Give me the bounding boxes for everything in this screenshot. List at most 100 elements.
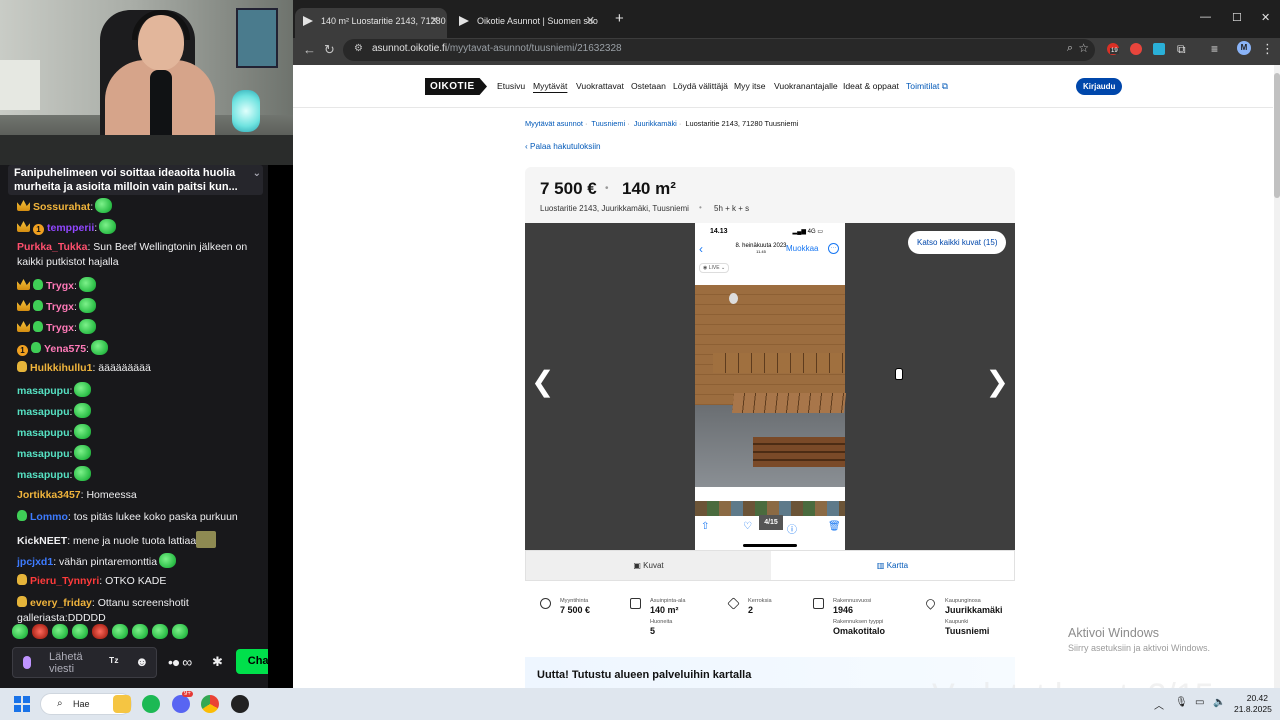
- nav-ostetaan[interactable]: Ostetaan: [631, 81, 666, 91]
- microphone-icon[interactable]: [23, 656, 31, 669]
- address-bar[interactable]: ⚙ asunnot.oikotie.fi/myytavat-asunnot/tu…: [343, 39, 1095, 61]
- extensions-puzzle-icon[interactable]: ⧉: [1177, 42, 1186, 57]
- microphone-tray-icon[interactable]: 🎙: [1175, 697, 1188, 708]
- pinned-message[interactable]: Fanipuhelimeen voi soittaa ideaoita huol…: [8, 165, 263, 195]
- display-tray-icon[interactable]: ▭: [1195, 697, 1204, 708]
- chat-message: Purkka_Tukka: Sun Beef Wellingtonin jälk…: [17, 241, 248, 268]
- extension-icon[interactable]: [1153, 43, 1165, 55]
- extension-badge: 19: [1110, 48, 1119, 54]
- close-tab-icon[interactable]: ✕: [430, 8, 439, 34]
- nav-toimitilat[interactable]: Toimitilat ⧉: [906, 81, 948, 92]
- emote-icon[interactable]: [72, 624, 88, 639]
- gift-badge-icon: 1: [33, 224, 44, 235]
- maximize-icon[interactable]: ☐: [1232, 11, 1242, 24]
- frog-emote-icon: [78, 319, 96, 334]
- photo-gallery[interactable]: ❮ 14.13 ▂▄▆ 4G ▭ ‹ 8. heinäkuuta 2023 11.…: [525, 223, 1015, 550]
- chat-message: 1 tempperii:: [17, 219, 267, 236]
- image-icon: ▣: [633, 561, 641, 570]
- nav-vuokrattavat[interactable]: Vuokrattavat: [576, 81, 624, 91]
- chat-send-button[interactable]: Chat: [236, 649, 268, 674]
- login-button[interactable]: Kirjaudu: [1076, 78, 1123, 95]
- adblock-icon[interactable]: [1130, 43, 1142, 55]
- bits-icon[interactable]: ᵀᶻ: [109, 655, 119, 669]
- frog-emote-icon: [95, 198, 113, 213]
- new-tab-icon[interactable]: +: [615, 10, 624, 27]
- listing-area: 140 m²: [622, 179, 676, 198]
- minimize-icon[interactable]: —: [1200, 11, 1211, 23]
- back-to-results-link[interactable]: ‹ Palaa hakutuloksiin: [525, 142, 601, 151]
- chevron-down-icon[interactable]: ⌄: [253, 167, 261, 181]
- taskbar-clock[interactable]: 20.42 21.8.2025: [1234, 693, 1272, 715]
- gold-badge-icon: [17, 574, 27, 585]
- crown-badge-icon: [17, 200, 30, 211]
- emote-icon[interactable]: [32, 624, 48, 639]
- zoom-icon[interactable]: ⌕: [1067, 42, 1073, 55]
- nav-loyda-valittaja[interactable]: Löydä välittäjä: [673, 81, 728, 91]
- crown-badge-icon: [17, 279, 30, 290]
- emote-icon[interactable]: [132, 624, 148, 639]
- spotify-icon[interactable]: [142, 695, 160, 713]
- tray-chevron-icon[interactable]: ︿: [1154, 697, 1164, 712]
- nav-etusivu[interactable]: Etusivu: [497, 81, 525, 91]
- tab-oikotie-home[interactable]: Oikotie Asunnot | Suomen suo ✕: [451, 8, 603, 38]
- nav-vuokranantajalle[interactable]: Vuokranantajalle: [774, 81, 838, 91]
- gear-icon[interactable]: ✱: [212, 654, 223, 670]
- site-header: OIKOTIE Etusivu Myytävät Vuokrattavat Os…: [293, 65, 1273, 108]
- crown-badge-icon: [17, 300, 30, 311]
- emote-icon[interactable]: [172, 624, 188, 639]
- live-photo-icon: ◉ LIVE ⌄: [699, 263, 730, 273]
- bookmark-star-icon[interactable]: ☆: [1078, 41, 1089, 55]
- file-explorer-icon[interactable]: [113, 695, 131, 713]
- previous-photo-arrow-icon[interactable]: ❮: [531, 368, 554, 396]
- frog-badge-icon: [33, 279, 43, 290]
- kebab-menu-icon[interactable]: ⋮: [1261, 41, 1274, 57]
- reload-icon[interactable]: ↻: [324, 42, 335, 58]
- gallery-photo[interactable]: 14.13 ▂▄▆ 4G ▭ ‹ 8. heinäkuuta 2023 11.45…: [695, 223, 847, 550]
- emote-icon[interactable]: [52, 624, 68, 639]
- frog-emote-icon: [74, 403, 92, 418]
- emote-icon[interactable]: [112, 624, 128, 639]
- close-tab-icon[interactable]: ✕: [586, 8, 595, 34]
- chat-message: Sossurahat:: [17, 198, 267, 215]
- windows-start-icon[interactable]: [14, 696, 30, 712]
- location-pin-icon: [924, 597, 937, 610]
- emote-icon[interactable]: [12, 624, 28, 639]
- activate-windows-title: Aktivoi Windows: [1068, 626, 1159, 640]
- share-icon: ⇧: [701, 521, 710, 532]
- emote-image-icon: [196, 531, 217, 548]
- channel-points-icon[interactable]: •● ∞: [168, 654, 192, 670]
- volume-icon[interactable]: 🔈: [1213, 697, 1225, 708]
- tab-photos[interactable]: ▣ Kuvat: [526, 551, 771, 580]
- discord-icon[interactable]: [172, 695, 190, 713]
- next-photo-arrow-icon[interactable]: ❯: [986, 368, 1009, 396]
- chat-message: masapupu:: [17, 424, 267, 441]
- emote-icon[interactable]: [152, 624, 168, 639]
- page-scrollbar[interactable]: [1274, 65, 1280, 688]
- crown-badge-icon: [17, 321, 30, 332]
- view-all-photos-button[interactable]: Katso kaikki kuvat (15): [908, 231, 1007, 254]
- floor-area-icon: [630, 598, 641, 609]
- tab-listing[interactable]: 140 m² Luostaritie 2143, 71280 ✕: [295, 8, 447, 38]
- photo-counter: 4/15: [759, 515, 783, 530]
- frog-badge-icon: [33, 321, 43, 332]
- nav-myy-itse[interactable]: Myy itse: [734, 81, 766, 91]
- oikotie-logo[interactable]: OIKOTIE: [425, 78, 487, 95]
- external-link-icon: ⧉: [941, 81, 948, 91]
- obs-icon[interactable]: [231, 695, 249, 713]
- tab-map[interactable]: ▥ Kartta: [771, 551, 1014, 580]
- chrome-icon[interactable]: [201, 695, 219, 713]
- chat-message: jpcjxd1: vähän pintaremonttia: [17, 553, 267, 570]
- emote-picker-icon[interactable]: ☻: [135, 654, 149, 669]
- recent-emotes: [12, 624, 267, 642]
- nav-ideat-oppaat[interactable]: Ideat & oppaat: [843, 81, 899, 91]
- nav-myytavat[interactable]: Myytävät: [533, 81, 567, 91]
- back-arrow-icon[interactable]: ←: [303, 42, 316, 57]
- close-window-icon[interactable]: ✕: [1261, 11, 1270, 24]
- emote-icon[interactable]: [92, 624, 108, 639]
- layers-icon: [727, 597, 740, 610]
- site-settings-icon[interactable]: ⚙: [354, 43, 363, 54]
- chat-message-input[interactable]: Lähetä viesti ᵀᶻ ☻: [12, 647, 157, 678]
- media-controls-icon[interactable]: ≡: [1211, 42, 1218, 56]
- profile-avatar[interactable]: M: [1237, 41, 1251, 55]
- heart-icon: ♡: [743, 521, 752, 532]
